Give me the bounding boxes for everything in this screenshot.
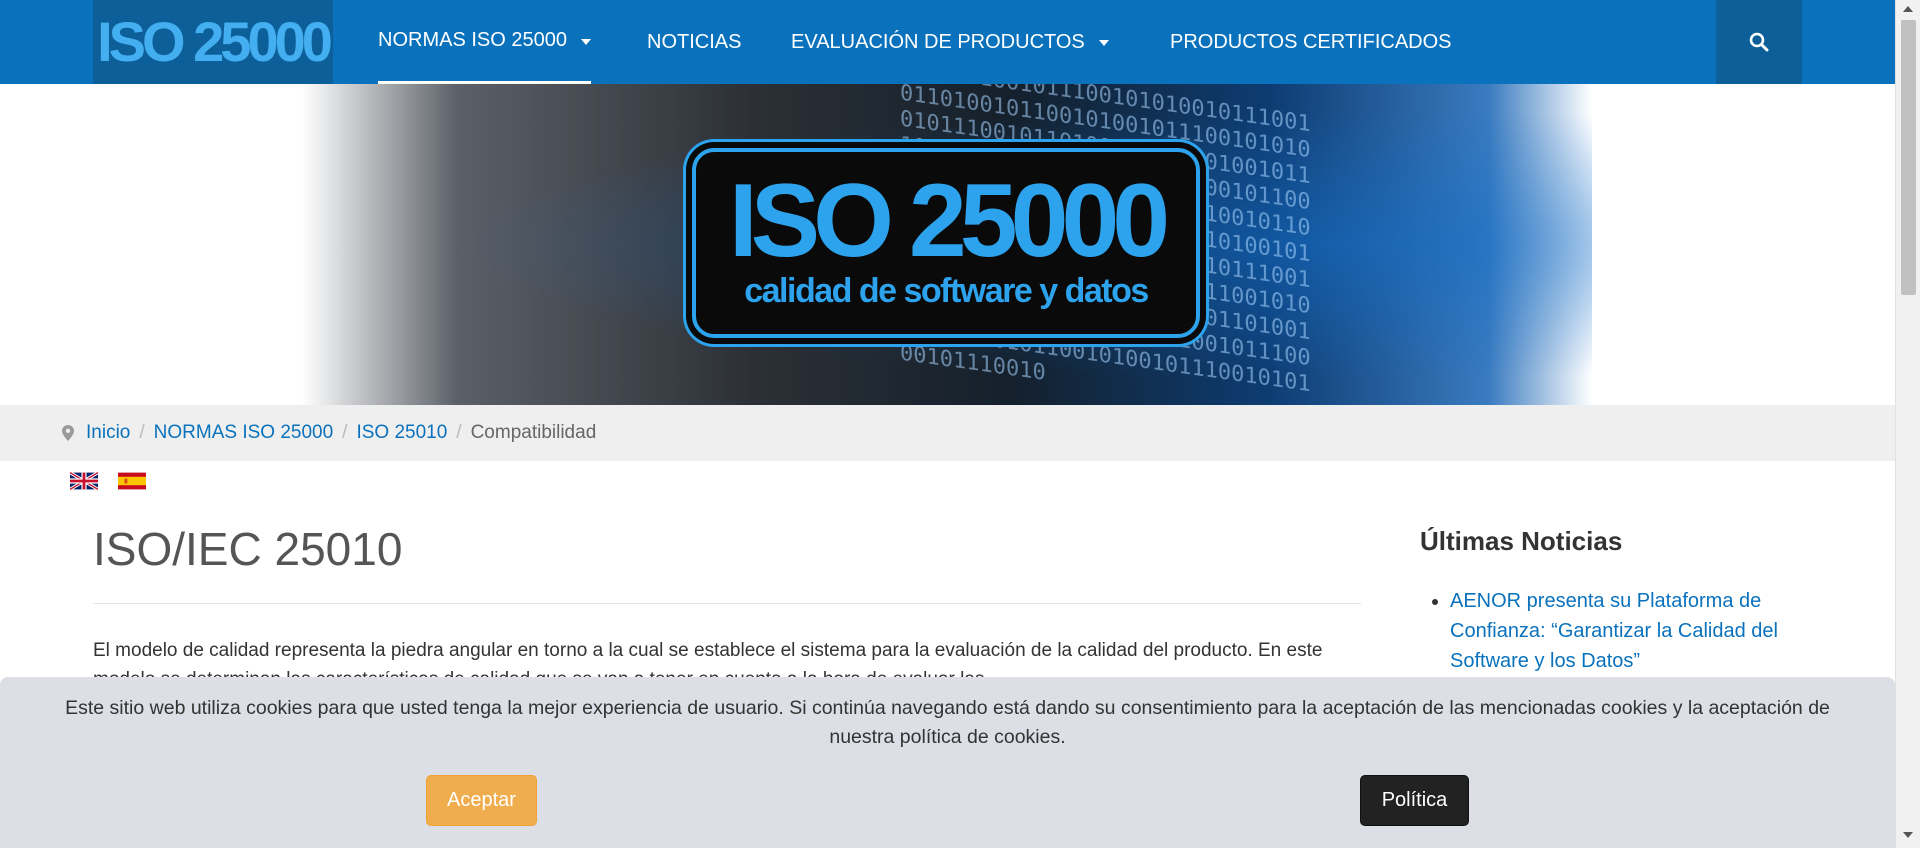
scroll-down-arrow-icon[interactable] [1903,832,1913,838]
search-icon [1749,32,1769,52]
banner-title: ISO 25000 [728,162,1170,279]
nav-productos-certificados[interactable]: PRODUCTOS CERTIFICADOS [1170,0,1452,84]
nav-noticias[interactable]: NOTICIAS [647,0,741,84]
cookie-policy-button[interactable]: Política [1360,775,1469,826]
nav-normas-iso-25000[interactable]: NORMAS ISO 25000 [378,0,591,84]
breadcrumb-current: Compatibilidad [470,422,597,443]
banner-badge: ISO 25000 calidad de software y datos [692,148,1200,338]
breadcrumb-inicio[interactable]: Inicio [86,422,130,444]
title-divider [93,603,1361,604]
breadcrumb-separator: / [342,422,348,443]
accept-cookies-button[interactable]: Aceptar [426,775,537,826]
news-item: AENOR presenta su Plataforma de Confianz… [1420,586,1820,676]
breadcrumb-separator: / [456,422,462,443]
breadcrumb: Inicio / NORMAS ISO 25000 / ISO 25010 / … [0,405,1895,461]
site-logo[interactable]: ISO 25000 [93,0,333,84]
caret-down-icon [1098,40,1109,46]
header-banner: 1100101001011100101010010111001011010010… [0,84,1895,405]
flag-spain-icon[interactable] [118,472,146,490]
breadcrumb-separator: / [139,422,145,443]
scroll-up-arrow-icon[interactable] [1903,6,1913,12]
latest-news-heading: Últimas Noticias [1420,526,1623,556]
search-button[interactable] [1716,0,1802,84]
top-navbar: ISO 25000 NORMAS ISO 25000 NOTICIAS EVAL… [0,0,1895,84]
nav-evaluacion-productos[interactable]: EVALUACIÓN DE PRODUCTOS [791,0,1109,84]
map-marker-icon [62,425,74,441]
banner-subtitle: calidad de software y datos [744,272,1149,311]
cookie-message: Este sitio web utiliza cookies para que … [65,697,1830,748]
latest-news-list: AENOR presenta su Plataforma de Confianz… [1420,586,1820,688]
nav-evaluacion-label: EVALUACIÓN DE PRODUCTOS [791,30,1085,53]
nav-productos-label: PRODUCTOS CERTIFICADOS [1170,30,1452,53]
page-scrollbar[interactable] [1895,0,1920,848]
page-title: ISO/IEC 25010 [93,523,403,575]
flag-uk-icon[interactable] [70,472,98,490]
cookie-consent-bar: Este sitio web utiliza cookies para que … [0,677,1895,848]
nav-noticias-label: NOTICIAS [647,30,742,53]
breadcrumb-iso-25010[interactable]: ISO 25010 [356,422,447,444]
nav-normas-label: NORMAS ISO 25000 [378,29,567,51]
breadcrumb-normas[interactable]: NORMAS ISO 25000 [154,422,334,444]
scrollbar-thumb[interactable] [1901,20,1916,295]
news-link[interactable]: AENOR presenta su Plataforma de Confianz… [1450,590,1778,672]
caret-down-icon [580,38,591,45]
logo-text: ISO 25000 [97,10,333,73]
